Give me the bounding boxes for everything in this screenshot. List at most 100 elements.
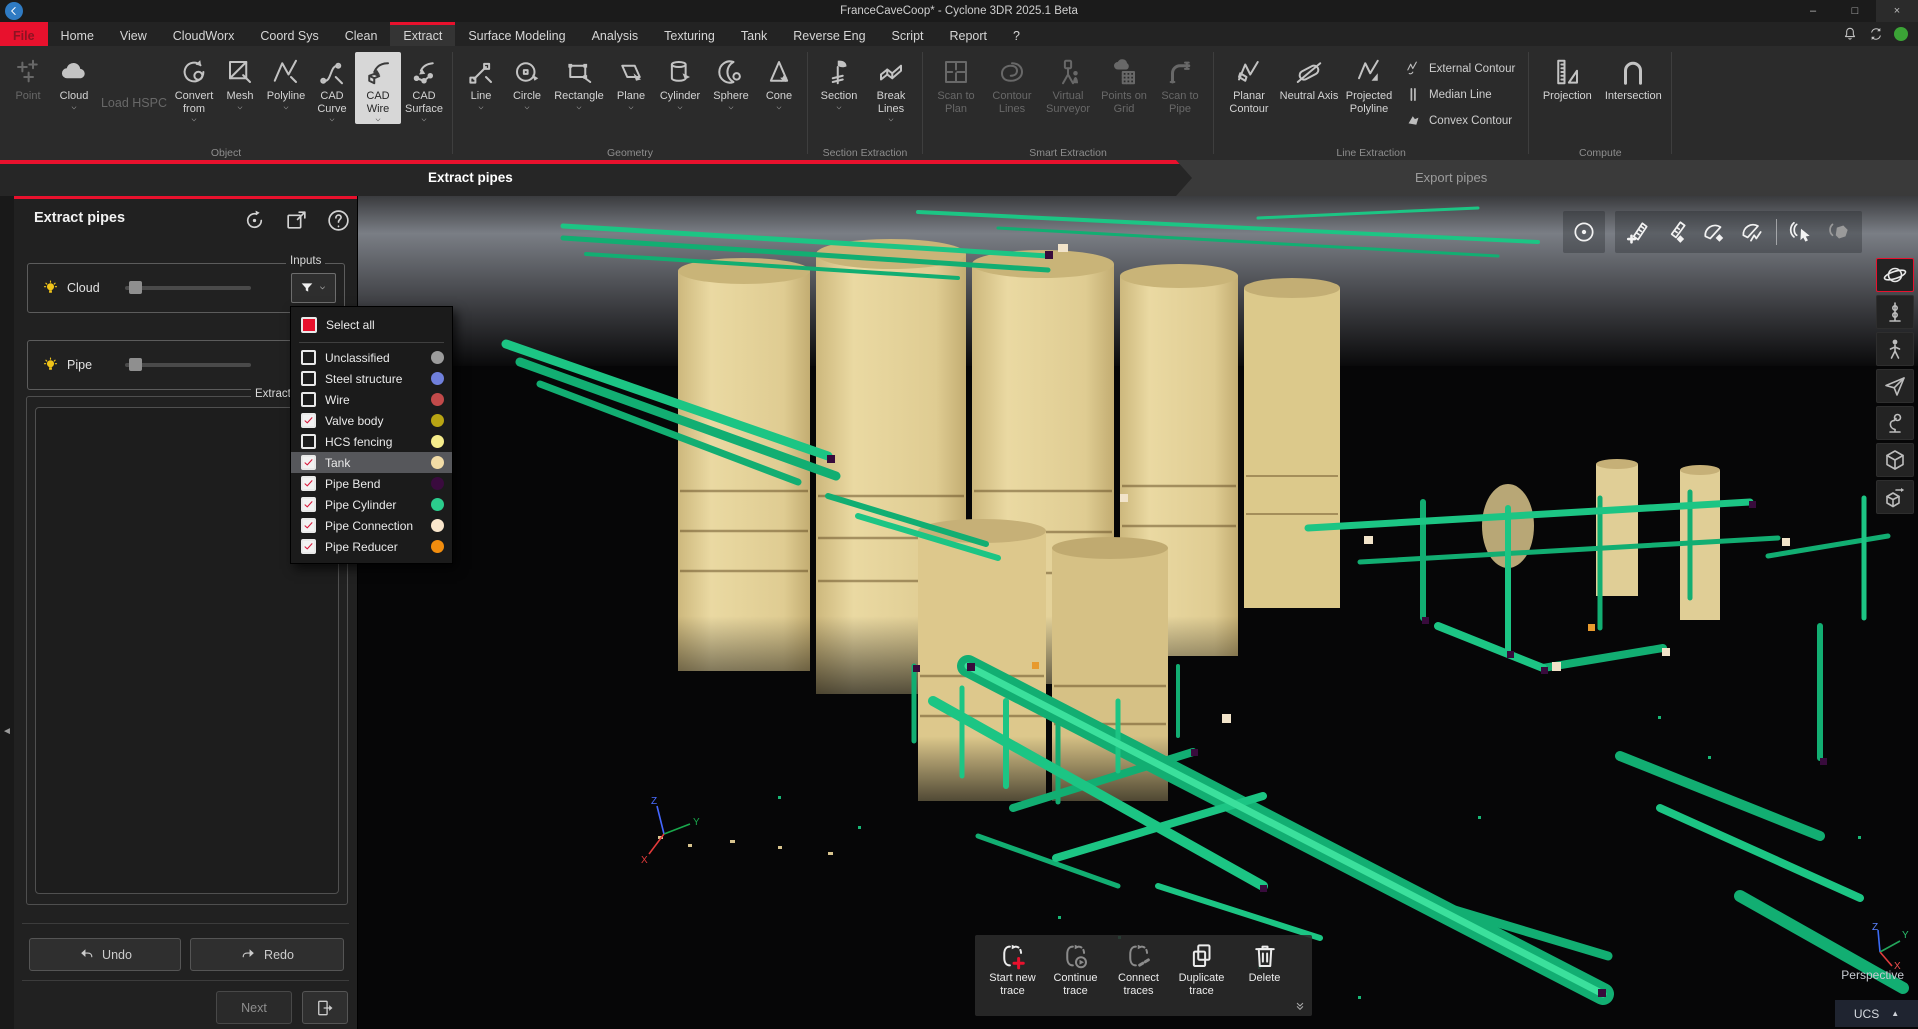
checkbox-checked[interactable] [301,455,316,470]
ribbon-button-line[interactable]: Line [458,52,504,112]
add-measure-button[interactable] [1621,214,1655,250]
dropdown-item-valve-body[interactable]: Valve body [291,410,452,431]
projection-mode-label[interactable]: Perspective [1841,968,1904,982]
menu-tab-texturing[interactable]: Texturing [651,22,728,46]
ribbon-button-cylinder[interactable]: Cylinder [654,52,706,112]
redo-button[interactable]: Redo [190,938,344,971]
minimize-button[interactable]: – [1792,0,1834,22]
angle-measure-button[interactable] [1697,214,1731,250]
checkbox-checked[interactable] [301,539,316,554]
menu-tab-reverse-eng[interactable]: Reverse Eng [780,22,878,46]
angle-polyline-button[interactable] [1735,214,1769,250]
checkbox-unchecked[interactable] [301,371,316,386]
slider-handle[interactable] [129,358,142,371]
cube-view-button[interactable] [1876,443,1914,477]
ribbon-button-neutral-axis[interactable]: Neutral Axis [1279,52,1339,129]
ribbon-button-cloud[interactable]: Cloud [51,52,97,124]
delete-trace-button[interactable]: Delete [1233,941,1296,985]
slider-handle[interactable] [129,281,142,294]
checkbox-unchecked[interactable] [301,434,316,449]
ribbon-button-load-hspc[interactable]: Load HSPC [97,52,171,124]
dropdown-item-wire[interactable]: Wire [291,389,452,410]
ribbon-button-external-contour[interactable]: External Contour [1405,60,1515,77]
ribbon-button-circle[interactable]: Circle [504,52,550,112]
checkbox-checked[interactable] [301,413,316,428]
dropdown-item-steel-structure[interactable]: Steel structure [291,368,452,389]
more-options-chevron-icon[interactable] [1292,998,1308,1014]
ribbon-button-cone[interactable]: Cone [756,52,802,112]
checkbox-checked[interactable] [301,497,316,512]
checkbox-checked[interactable] [301,518,316,533]
panel-collapse-arrow[interactable]: ◄ [2,726,12,737]
maximize-button[interactable]: □ [1834,0,1876,22]
checkbox-checked[interactable] [301,476,316,491]
ribbon-button-section[interactable]: Section [813,52,865,124]
point-cloud-scene[interactable] [358,196,1918,1029]
pick-selection-button[interactable] [1784,214,1818,250]
close-button[interactable]: × [1876,0,1918,22]
ribbon-button-cad-curve[interactable]: CAD Curve [309,52,355,124]
ribbon-button-convert-from[interactable]: Convert from [171,52,217,124]
undo-button[interactable]: Undo [29,938,181,971]
dropdown-item-hcs-fencing[interactable]: HCS fencing [291,431,452,452]
ribbon-button-contour-lines[interactable]: Contour Lines [984,52,1040,115]
menu-tab-clean[interactable]: Clean [332,22,391,46]
pipe-opacity-slider[interactable] [125,363,251,367]
reset-icon[interactable] [242,208,267,233]
start-new-trace-button[interactable]: Start new trace [981,941,1044,998]
ribbon-button-scan-to-pipe[interactable]: Scan to Pipe [1152,52,1208,115]
ribbon-button-rectangle[interactable]: Rectangle [550,52,608,112]
ribbon-button-break-lines[interactable]: Break Lines [865,52,917,124]
workflow-stage-export-pipes[interactable]: Export pipes [1415,170,1487,185]
dropdown-item-tank[interactable]: Tank [291,452,452,473]
ribbon-button-point[interactable]: Point [5,52,51,124]
visibility-bulb-icon[interactable] [42,280,59,297]
help-icon[interactable] [326,208,351,233]
walkthrough-button[interactable] [1876,332,1914,366]
sync-icon[interactable] [1868,26,1884,42]
connect-traces-button[interactable]: Connect traces [1107,941,1170,998]
checkbox-unchecked[interactable] [301,350,316,365]
ribbon-button-projected-polyline[interactable]: Projected Polyline [1339,52,1399,129]
ribbon-button-cad-surface[interactable]: CAD Surface [401,52,447,124]
axis-rotation-button[interactable] [1876,295,1914,329]
center-view-button[interactable] [1567,214,1601,250]
lighting-button[interactable] [1876,406,1914,440]
ucs-selector[interactable]: UCS ▲ [1835,1000,1918,1027]
detach-window-icon[interactable] [284,208,309,233]
exit-workflow-button[interactable] [302,991,348,1024]
ribbon-button-sphere[interactable]: Sphere [706,52,756,112]
dropdown-item-unclassified[interactable]: Unclassified [291,347,452,368]
menu-tab-coordsys[interactable]: Coord Sys [247,22,331,46]
ribbon-button-virtual-surveyor[interactable]: Virtual Surveyor [1040,52,1096,115]
duplicate-trace-button[interactable]: Duplicate trace [1170,941,1233,998]
pick-previous-button[interactable] [1822,214,1856,250]
dropdown-item-select-all[interactable]: Select all [291,312,452,338]
menu-tab-extract[interactable]: Extract [390,22,455,46]
dropdown-item-pipe-cylinder[interactable]: Pipe Cylinder [291,494,452,515]
menu-tab-report[interactable]: Report [937,22,1001,46]
ribbon-button-plane[interactable]: Plane [608,52,654,112]
3d-viewport[interactable]: Z Y X [358,196,1918,1029]
menu-tab-surface-modeling[interactable]: Surface Modeling [455,22,578,46]
menu-tab-home[interactable]: Home [48,22,107,46]
ribbon-button-mesh[interactable]: Mesh [217,52,263,124]
next-button[interactable]: Next [216,991,292,1024]
orbit-view-button[interactable] [1876,258,1914,292]
fly-mode-button[interactable] [1876,369,1914,403]
menu-tab-help[interactable]: ? [1000,22,1033,46]
ribbon-button-median-line[interactable]: Median Line [1405,86,1515,103]
dropdown-item-pipe-reducer[interactable]: Pipe Reducer [291,536,452,557]
dropdown-item-pipe-connection[interactable]: Pipe Connection [291,515,452,536]
class-filter-button[interactable] [291,273,336,303]
menu-tab-cloudworx[interactable]: CloudWorx [160,22,248,46]
ribbon-button-polyline[interactable]: Polyline [263,52,309,124]
ribbon-button-projection[interactable]: Projection [1534,52,1600,103]
workflow-stage-extract-pipes[interactable]: Extract pipes [0,160,1192,196]
menu-tab-tank[interactable]: Tank [728,22,780,46]
menu-tab-view[interactable]: View [107,22,160,46]
ribbon-button-points-on-grid[interactable]: Points on Grid [1096,52,1152,115]
cloud-opacity-slider[interactable] [125,286,251,290]
dropdown-item-pipe-bend[interactable]: Pipe Bend [291,473,452,494]
notifications-bell-icon[interactable] [1842,26,1858,42]
